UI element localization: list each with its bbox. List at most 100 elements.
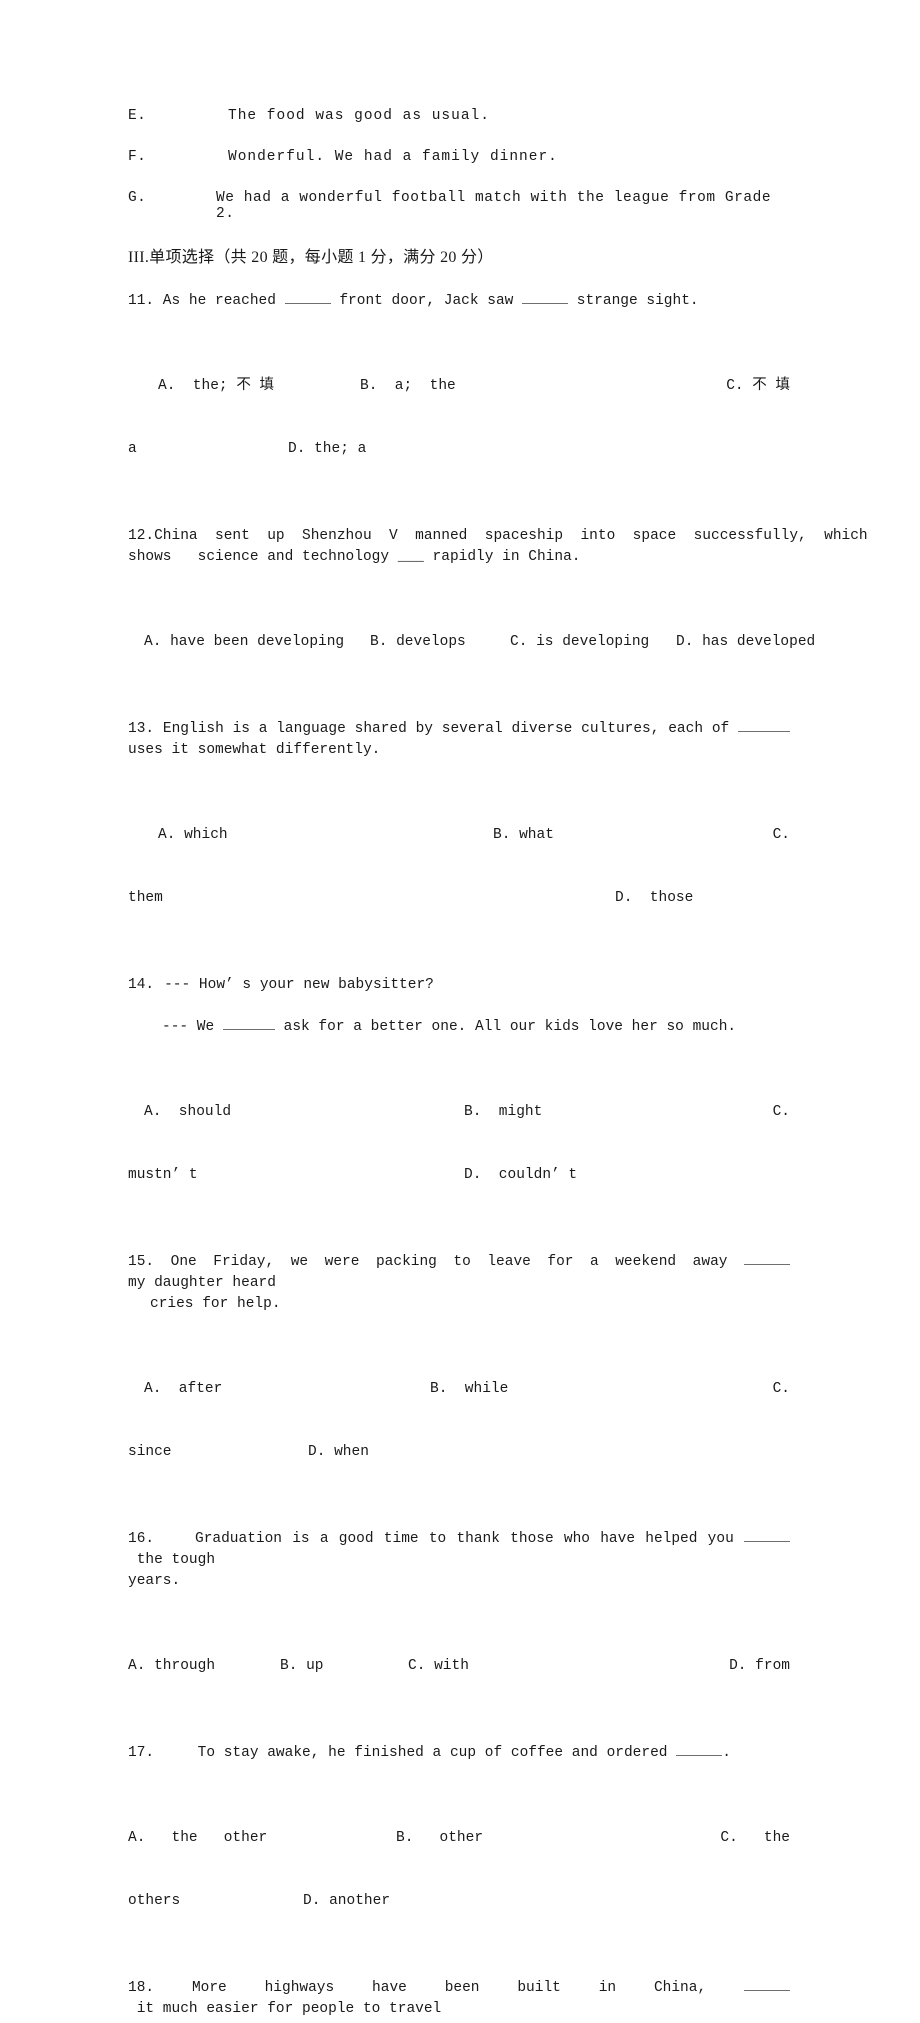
question-12-stem: 12.China sent up Shenzhou V manned space… xyxy=(128,526,868,568)
question-12-option-a[interactable]: A. have been developing xyxy=(128,632,370,653)
question-13-stem: 13. English is a language shared by seve… xyxy=(128,719,790,761)
question-14: 14. --- How’ s your new babysitter? --- W… xyxy=(128,975,790,1228)
question-16-option-b[interactable]: B. up xyxy=(280,1656,408,1677)
question-16-stem: 16. Graduation is a good time to thank t… xyxy=(128,1529,790,1592)
question-11: 11. As he reached front door, Jack saw s… xyxy=(128,291,790,502)
question-14-option-c-wrap[interactable]: mustn’ t xyxy=(128,1165,464,1186)
question-16-options-row: A. through B. up C. with D. from xyxy=(128,1656,790,1677)
question-11-option-c[interactable]: C. 不 填 xyxy=(590,376,790,397)
question-12: 12.China sent up Shenzhou V manned space… xyxy=(128,526,868,695)
question-17-stem: 17. To stay awake, he finished a cup of … xyxy=(128,1743,790,1764)
dialogue-option-e: E. The food was good as usual. xyxy=(128,108,790,124)
question-15-option-a[interactable]: A. after xyxy=(128,1379,430,1400)
question-13-stem-part1: English is a language shared by several … xyxy=(154,721,738,737)
question-13-options-row-2: them D. those xyxy=(128,888,790,909)
question-17-option-b[interactable]: B. other xyxy=(396,1828,682,1849)
question-12-options-row: A. have been developing B. develops C. i… xyxy=(128,632,815,653)
question-13-option-c-wrap[interactable]: them xyxy=(128,888,615,909)
question-14-number: 14. xyxy=(128,977,155,993)
question-18-stem-part2: it much easier for people to travel xyxy=(128,2001,442,2017)
question-17-stem-part1: To stay awake, he finished a cup of coff… xyxy=(154,1745,677,1761)
question-15-option-b[interactable]: B. while xyxy=(430,1379,676,1400)
question-14-options-row-1: A. should B. might C. xyxy=(128,1102,790,1123)
question-15-blank xyxy=(744,1264,790,1265)
dialogue-option-f: F. Wonderful. We had a family dinner. xyxy=(128,149,790,165)
question-15-option-d[interactable]: D. when xyxy=(308,1442,790,1463)
question-14-blank xyxy=(222,1029,275,1030)
question-16-stem-part1: Graduation is a good time to thank those… xyxy=(154,1531,744,1547)
question-18-blank xyxy=(744,1990,790,1991)
question-16-blank xyxy=(744,1541,790,1542)
question-12-stem-line2: shows science and technology ___ rapidly… xyxy=(128,549,581,565)
question-14-stem-text-1: --- How’ s your new babysitter? xyxy=(164,977,434,993)
question-16-option-d[interactable]: D. from xyxy=(668,1656,790,1677)
question-16-options: A. through B. up C. with D. from xyxy=(128,1614,790,1719)
question-13-options: A. which B. what C. them D. those xyxy=(128,783,790,951)
question-12-stem-line1: China sent up Shenzhou V manned spaceshi… xyxy=(154,528,868,544)
question-18-number: 18. xyxy=(128,1980,155,1996)
question-17-option-d[interactable]: D. another xyxy=(303,1891,790,1912)
question-16-option-a[interactable]: A. through xyxy=(128,1656,280,1677)
question-14-option-a[interactable]: A. should xyxy=(128,1102,464,1123)
question-17-blank xyxy=(676,1755,723,1756)
question-15-options-row-2: since D. when xyxy=(128,1442,790,1463)
question-17-option-c[interactable]: C. the xyxy=(682,1828,790,1849)
question-15-options: A. after B. while C. since D. when xyxy=(128,1337,790,1505)
question-16-option-c[interactable]: C. with xyxy=(408,1656,668,1677)
question-15-stem-part2: my daughter heard xyxy=(128,1275,276,1291)
question-11-option-b[interactable]: B. a; the xyxy=(360,376,590,397)
question-11-blank-1 xyxy=(284,303,331,304)
document-body: E. The food was good as usual. F. Wonder… xyxy=(128,108,868,2023)
question-13-option-c[interactable]: C. xyxy=(693,825,790,846)
question-14-stem-part2: ask for a better one. All our kids love … xyxy=(274,1019,737,1035)
question-14-options: A. should B. might C. mustn’ t D. couldn… xyxy=(128,1060,790,1228)
dialogue-option-g-letter: G. xyxy=(128,190,147,206)
question-17-option-a[interactable]: A. the other xyxy=(128,1828,396,1849)
question-12-option-c[interactable]: C. is developing xyxy=(510,632,676,653)
question-17-options: A. the other B. other C. the others D. a… xyxy=(128,1786,790,1954)
question-17-stem-part2: . xyxy=(722,1745,731,1761)
question-11-stem-part3: strange sight. xyxy=(568,293,699,309)
question-13-option-d[interactable]: D. those xyxy=(615,888,790,909)
question-11-number: 11. xyxy=(128,293,155,309)
question-15-option-c[interactable]: C. xyxy=(676,1379,790,1400)
question-15-number: 15. xyxy=(128,1254,155,1270)
question-17: 17. To stay awake, he finished a cup of … xyxy=(128,1743,790,1954)
question-14-option-d[interactable]: D. couldn’ t xyxy=(464,1165,790,1186)
question-14-stem-line2: --- We ask for a better one. All our kid… xyxy=(128,1017,790,1038)
question-11-stem: 11. As he reached front door, Jack saw s… xyxy=(128,291,790,312)
dialogue-option-g-text: We had a wonderful football match with t… xyxy=(216,190,772,222)
dialogue-option-f-letter: F. xyxy=(128,149,147,165)
question-14-options-row-2: mustn’ t D. couldn’ t xyxy=(128,1165,790,1186)
question-12-number: 12. xyxy=(128,528,155,544)
question-14-stem-line1: 14. --- How’ s your new babysitter? xyxy=(128,975,790,996)
question-11-option-a[interactable]: A. the; 不 填 xyxy=(128,376,360,397)
question-14-option-c[interactable]: C. xyxy=(678,1102,790,1123)
question-12-option-b[interactable]: B. develops xyxy=(370,632,510,653)
question-11-option-c-wrap[interactable]: a xyxy=(128,439,288,460)
question-17-number: 17. xyxy=(128,1745,155,1761)
question-11-blank-2 xyxy=(522,303,569,304)
question-15-options-row-1: A. after B. while C. xyxy=(128,1379,790,1400)
question-16: 16. Graduation is a good time to thank t… xyxy=(128,1529,790,1719)
question-13-option-b[interactable]: B. what xyxy=(493,825,693,846)
question-15-option-c-wrap[interactable]: since xyxy=(128,1442,308,1463)
question-17-options-row-1: A. the other B. other C. the xyxy=(128,1828,790,1849)
question-15-stem-part1: One Friday, we were packing to leave for… xyxy=(154,1254,744,1270)
question-18-stem-part1: More highways have been built in China, xyxy=(154,1980,744,1996)
question-11-option-d[interactable]: D. the; a xyxy=(288,439,790,460)
question-11-stem-part1: As he reached xyxy=(154,293,285,309)
question-15-stem-line2: cries for help. xyxy=(150,1296,281,1312)
question-15: 15. One Friday, we were packing to leave… xyxy=(128,1252,790,1505)
question-13-options-row-1: A. which B. what C. xyxy=(128,825,790,846)
question-13-option-a[interactable]: A. which xyxy=(128,825,493,846)
question-17-option-c-wrap[interactable]: others xyxy=(128,1891,303,1912)
question-15-stem: 15. One Friday, we were packing to leave… xyxy=(128,1252,790,1315)
question-18: 18. More highways have been built in Chi… xyxy=(128,1978,790,2020)
dialogue-option-g: G. We had a wonderful football match wit… xyxy=(128,190,790,222)
question-12-option-d[interactable]: D. has developed xyxy=(676,632,815,653)
dialogue-option-e-letter: E. xyxy=(128,108,147,124)
question-14-option-b[interactable]: B. might xyxy=(464,1102,678,1123)
question-16-stem-line2: years. xyxy=(128,1573,181,1589)
dialogue-option-e-text: The food was good as usual. xyxy=(228,108,490,124)
